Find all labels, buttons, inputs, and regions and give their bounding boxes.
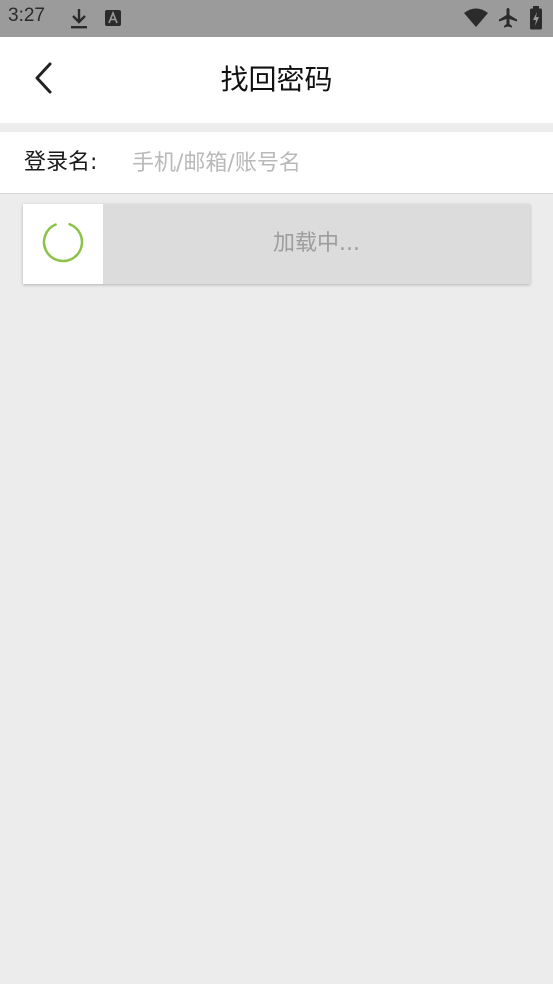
app-bar: 找回密码: [0, 37, 553, 123]
chevron-left-icon: [32, 61, 56, 99]
loading-spinner-icon: [41, 220, 85, 268]
login-name-row: 登录名:: [0, 132, 553, 194]
wifi-icon: [463, 8, 489, 32]
status-time: 3:27: [8, 5, 45, 26]
loading-text: 加载中...: [273, 231, 360, 256]
status-bar: 3:27: [0, 0, 553, 37]
divider-band: [0, 123, 553, 132]
battery-charging-icon: [529, 6, 543, 34]
keyboard-a-icon: [104, 9, 122, 31]
page-title: 找回密码: [220, 63, 333, 96]
loading-dialog: 加载中...: [23, 204, 530, 284]
login-name-input[interactable]: [124, 142, 550, 184]
spinner-container: [23, 204, 103, 284]
airplane-mode-icon: [496, 6, 520, 34]
download-icon: [68, 7, 90, 35]
back-button[interactable]: [22, 55, 66, 105]
login-name-label: 登录名:: [24, 150, 98, 175]
